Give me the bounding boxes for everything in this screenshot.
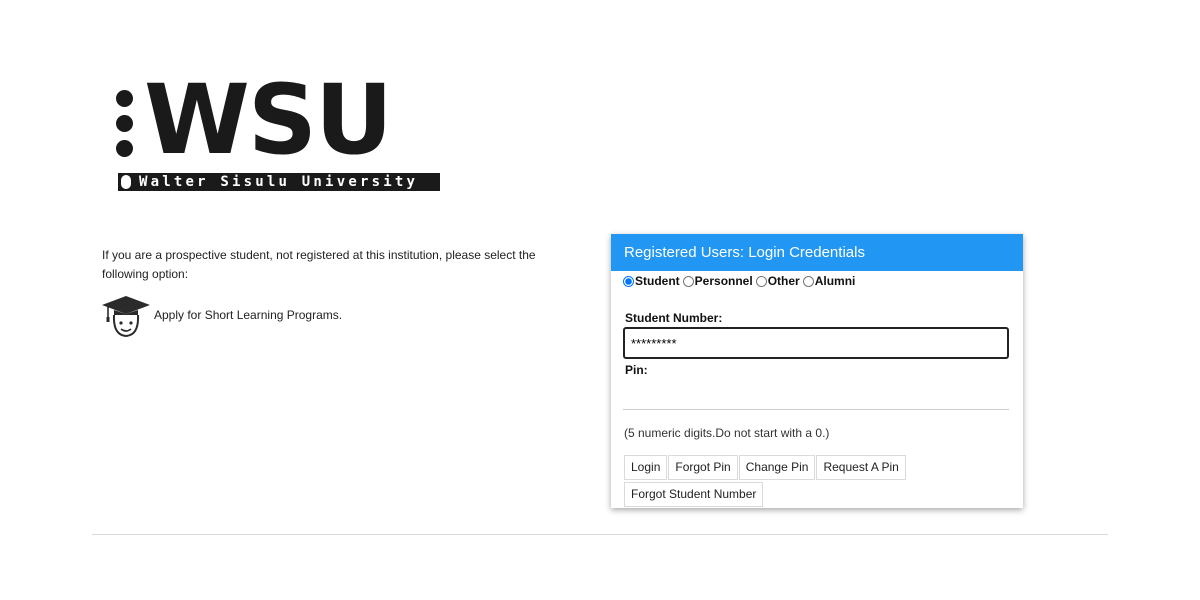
pin-input[interactable] <box>623 382 1009 410</box>
pin-label: Pin: <box>625 363 648 377</box>
role-alumni-radio[interactable] <box>802 275 814 287</box>
login-page: WSU Walter Sisulu University If you are … <box>0 0 1200 600</box>
logo-dots <box>116 90 136 165</box>
user-type-radio-group: Student Personnel Other Alumni <box>623 274 855 288</box>
prospective-student-text: If you are a prospective student, not re… <box>102 248 536 281</box>
pin-hint: (5 numeric digits.Do not start with a 0.… <box>624 426 830 440</box>
short-learning-programs-link[interactable]: Apply for Short Learning Programs. <box>100 293 342 339</box>
login-button[interactable]: Login <box>624 455 668 480</box>
request-pin-button[interactable]: Request A Pin <box>816 455 906 480</box>
role-alumni-option[interactable]: Alumni <box>802 274 856 288</box>
student-number-input[interactable] <box>623 327 1009 359</box>
role-other-radio[interactable] <box>755 275 767 287</box>
role-personnel-option[interactable]: Personnel <box>682 274 753 288</box>
short-learning-programs-label[interactable]: Apply for Short Learning Programs. <box>154 308 342 322</box>
footer-divider <box>92 534 1108 535</box>
login-panel: Registered Users: Login Credentials Stud… <box>611 234 1023 508</box>
role-personnel-label: Personnel <box>694 274 753 288</box>
graduation-cap-student-icon <box>102 296 150 338</box>
role-personnel-radio[interactable] <box>682 275 694 287</box>
wsu-logo: WSU Walter Sisulu University <box>104 72 456 216</box>
forgot-pin-button[interactable]: Forgot Pin <box>668 455 738 480</box>
logo-university-name: Walter Sisulu University <box>139 174 419 190</box>
login-actions: Login Forgot Pin Change Pin Request A Pin Fo… <box>624 455 1016 509</box>
role-student-label: Student <box>635 274 680 288</box>
role-other-label: Other <box>767 274 800 288</box>
forgot-student-number-button[interactable]: Forgot Student Number <box>624 482 764 507</box>
logo-mark: WSU <box>144 64 393 176</box>
role-student-radio[interactable] <box>623 275 634 287</box>
logo-name-band: Walter Sisulu University <box>118 173 440 191</box>
student-number-label: Student Number: <box>625 311 723 325</box>
role-student-option[interactable]: Student <box>623 274 680 288</box>
role-alumni-label: Alumni <box>814 274 856 288</box>
login-panel-header: Registered Users: Login Credentials <box>611 234 1023 271</box>
role-other-option[interactable]: Other <box>755 274 800 288</box>
change-pin-button[interactable]: Change Pin <box>738 455 816 480</box>
